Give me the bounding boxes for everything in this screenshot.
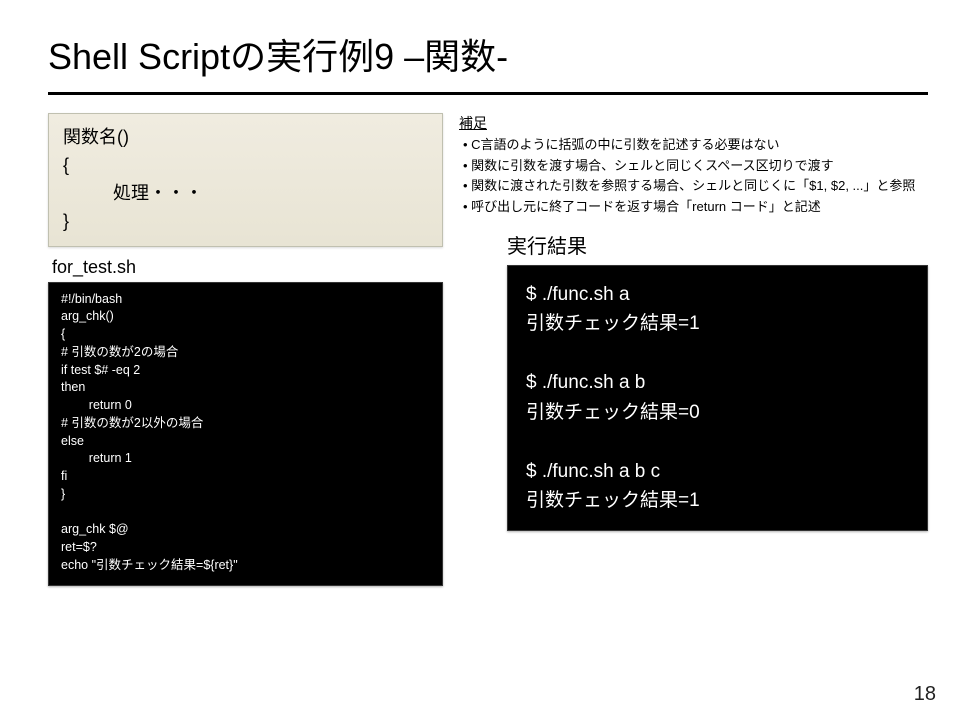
content-row: 関数名() { 処理・・・ } for_test.sh #!/bin/bash … xyxy=(0,113,960,586)
result-label: 実行結果 xyxy=(507,230,928,259)
notes-heading: 補足 xyxy=(459,113,928,133)
notes-item: 関数に渡された引数を参照する場合、シェルと同じくに「$1, $2, ...」と参… xyxy=(459,176,928,196)
notes-item: 呼び出し元に終了コードを返す場合「return コード」と記述 xyxy=(459,197,928,217)
page-number: 18 xyxy=(914,683,936,706)
notes-item: C言語のように括弧の中に引数を記述する必要はない xyxy=(459,135,928,155)
right-column: 補足 C言語のように括弧の中に引数を記述する必要はない 関数に引数を渡す場合、シ… xyxy=(459,113,928,586)
left-column: 関数名() { 処理・・・ } for_test.sh #!/bin/bash … xyxy=(48,113,443,586)
notes-list: C言語のように括弧の中に引数を記述する必要はない 関数に引数を渡す場合、シェルと… xyxy=(459,135,928,216)
notes-item: 関数に引数を渡す場合、シェルと同じくスペース区切りで渡す xyxy=(459,156,928,176)
title-underline xyxy=(48,92,928,95)
syntax-box: 関数名() { 処理・・・ } xyxy=(48,113,443,247)
source-code-box: #!/bin/bash arg_chk() { # 引数の数が2の場合 if t… xyxy=(48,282,443,586)
notes-block: 補足 C言語のように括弧の中に引数を記述する必要はない 関数に引数を渡す場合、シ… xyxy=(459,113,928,216)
result-output-box: $ ./func.sh a 引数チェック結果=1 $ ./func.sh a b… xyxy=(507,265,928,531)
slide-title: Shell Scriptの実行例9 –関数- xyxy=(0,0,960,92)
file-name-label: for_test.sh xyxy=(52,257,443,278)
